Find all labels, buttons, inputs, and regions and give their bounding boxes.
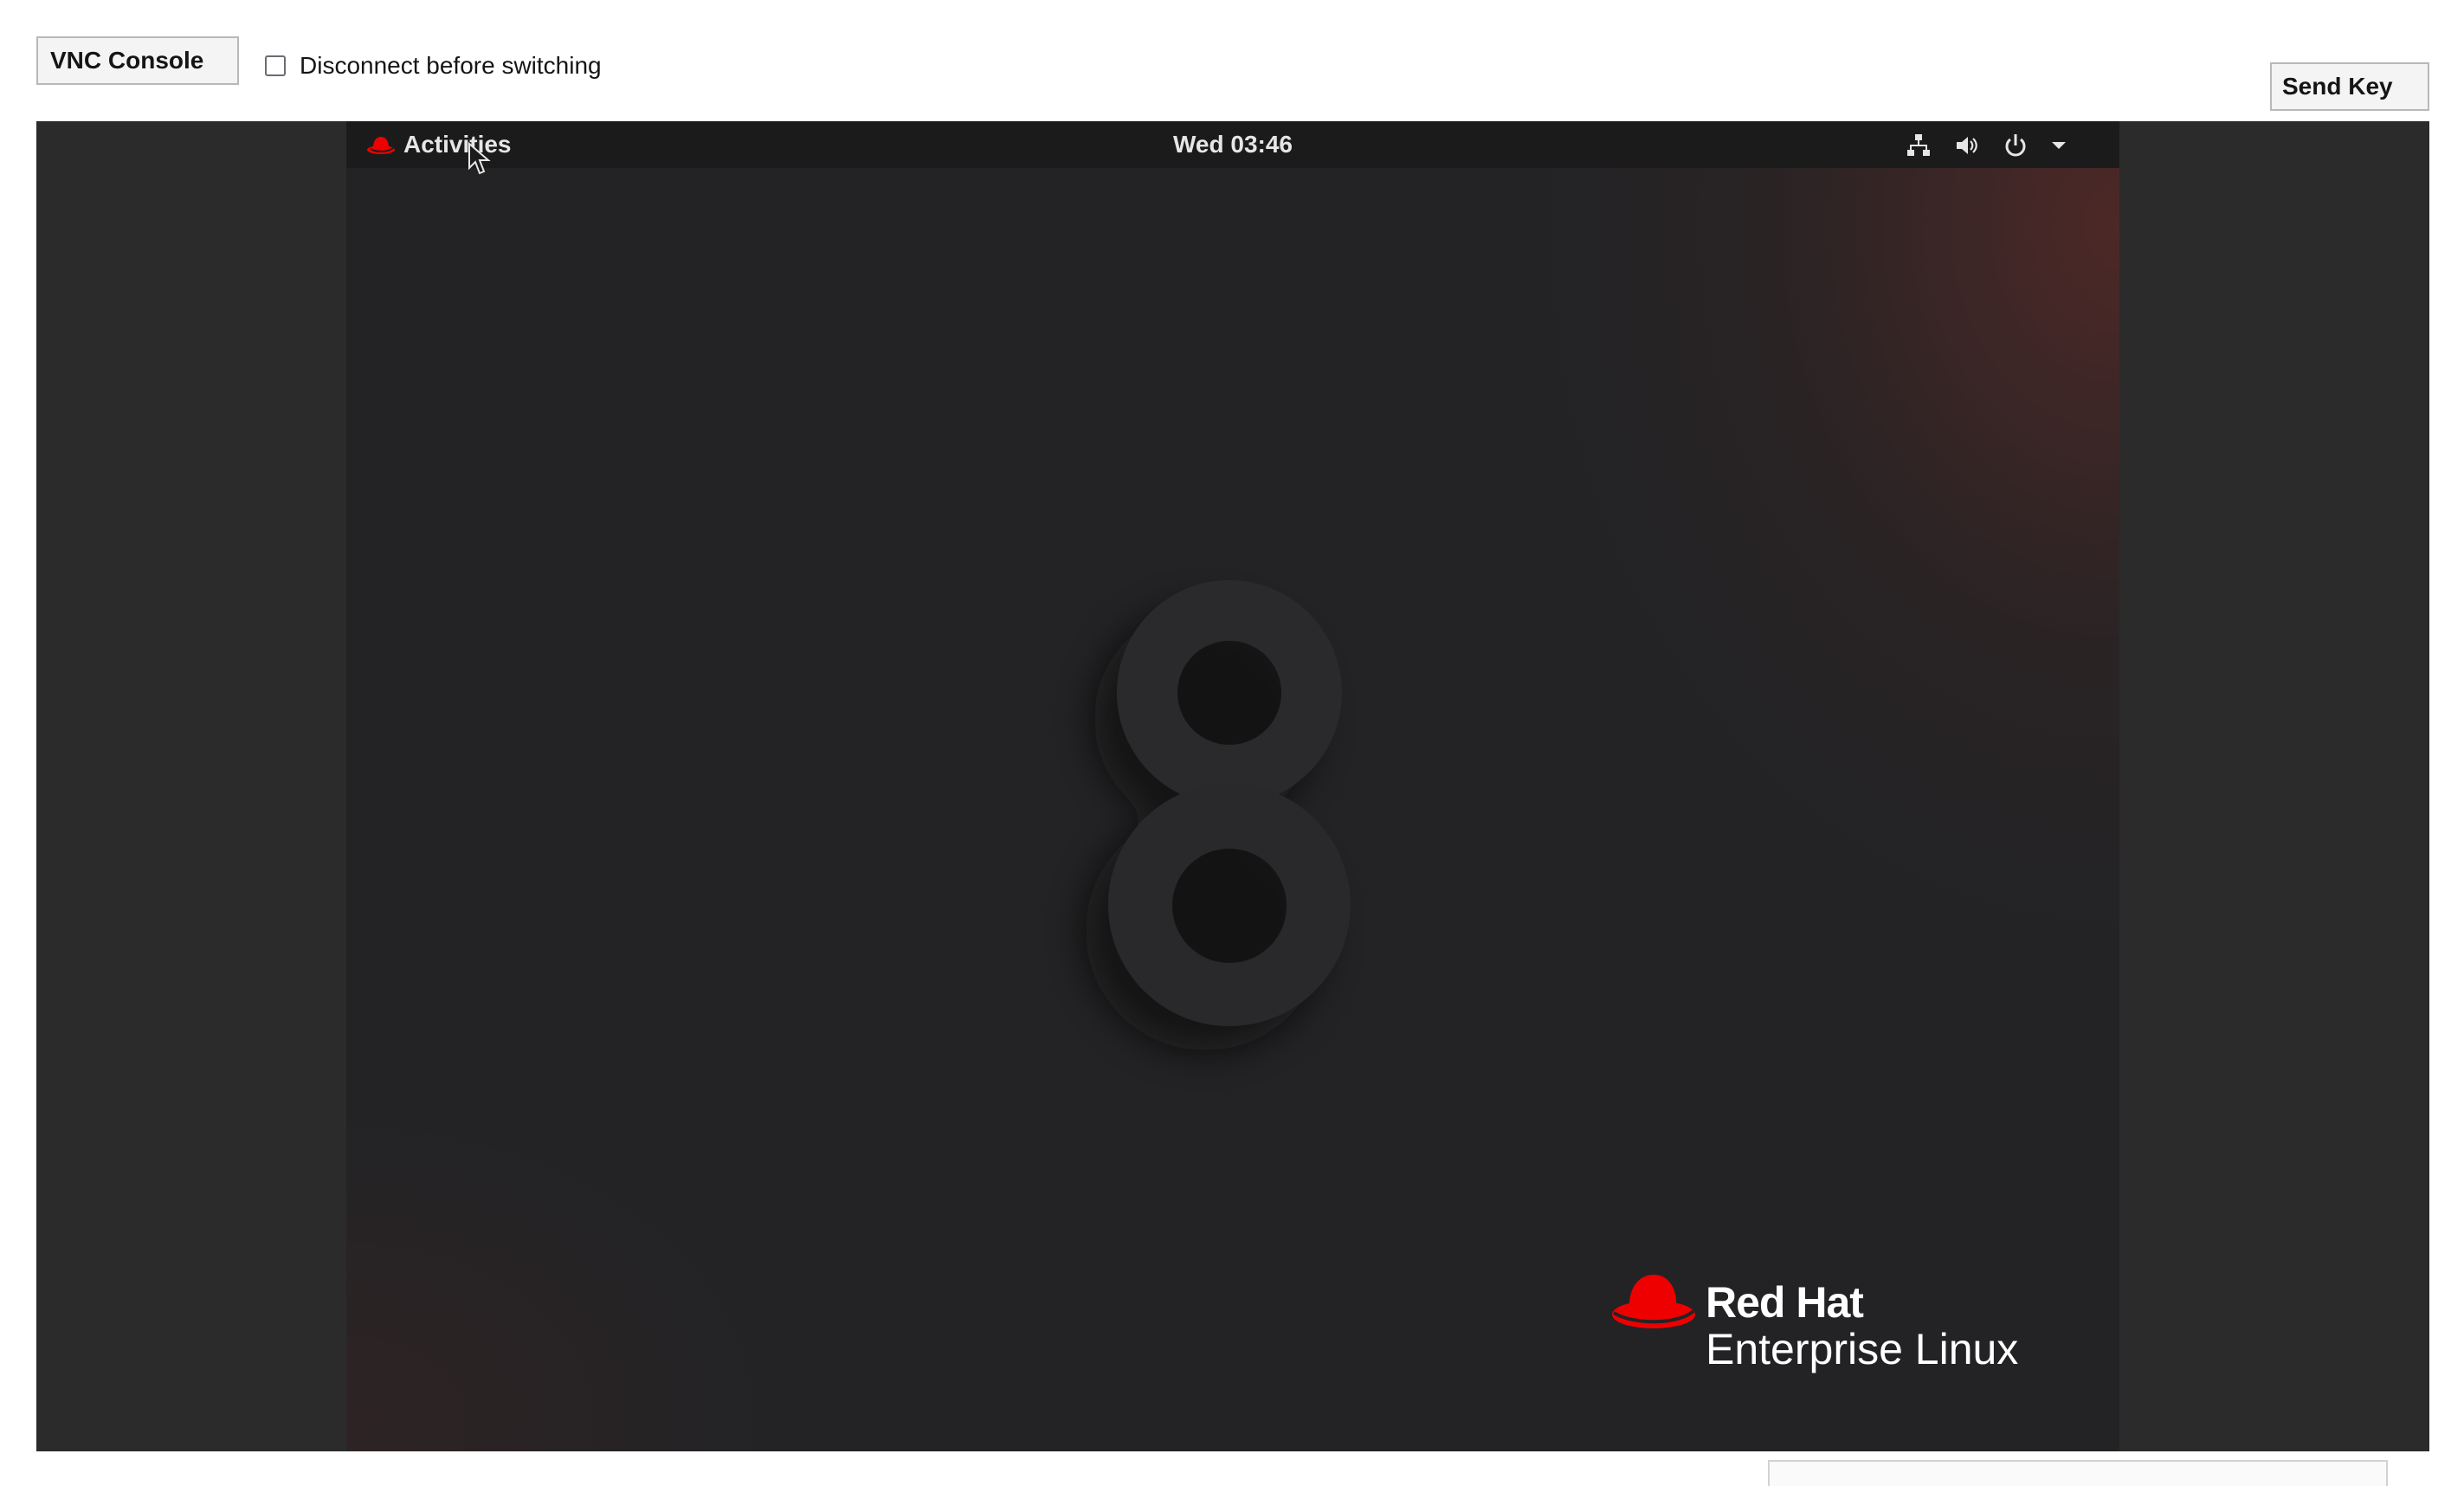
bottom-panel-edge [1768,1460,2388,1486]
disconnect-label: Disconnect before switching [300,52,602,79]
gnome-top-bar: Activities Wed 03:46 [346,121,2119,168]
redhat-brand-logo-icon [1612,1275,1695,1328]
network-icon[interactable] [1905,132,1932,159]
disconnect-option[interactable]: Disconnect before switching [265,48,602,83]
redhat-logo-icon [367,137,395,154]
send-key-button[interactable]: Send Key [2270,62,2429,111]
eight-numeral-icon [1086,580,1351,1050]
brand-name: Red Hat [1706,1278,1864,1327]
chevron-down-icon[interactable] [2045,132,2073,159]
activities-button[interactable]: Activities [403,128,512,161]
console-toolbar: VNC Console Disconnect before switching … [0,0,2464,120]
vnc-console-frame: Activities Wed 03:46 Red Hat Enterprise … [36,121,2429,1451]
brand-product: Enterprise Linux [1706,1325,2019,1373]
volume-icon[interactable] [1953,132,1981,159]
power-icon[interactable] [2002,132,2029,159]
console-type-select[interactable]: VNC Console [36,36,239,85]
clock-label[interactable]: Wed 03:46 [1146,128,1319,161]
mouse-cursor-icon [468,142,491,175]
send-key-label: Send Key [2282,73,2393,100]
console-type-label: VNC Console [50,47,204,74]
disconnect-checkbox[interactable] [265,55,286,76]
vm-desktop-screen[interactable]: Activities Wed 03:46 Red Hat Enterprise … [346,121,2119,1451]
